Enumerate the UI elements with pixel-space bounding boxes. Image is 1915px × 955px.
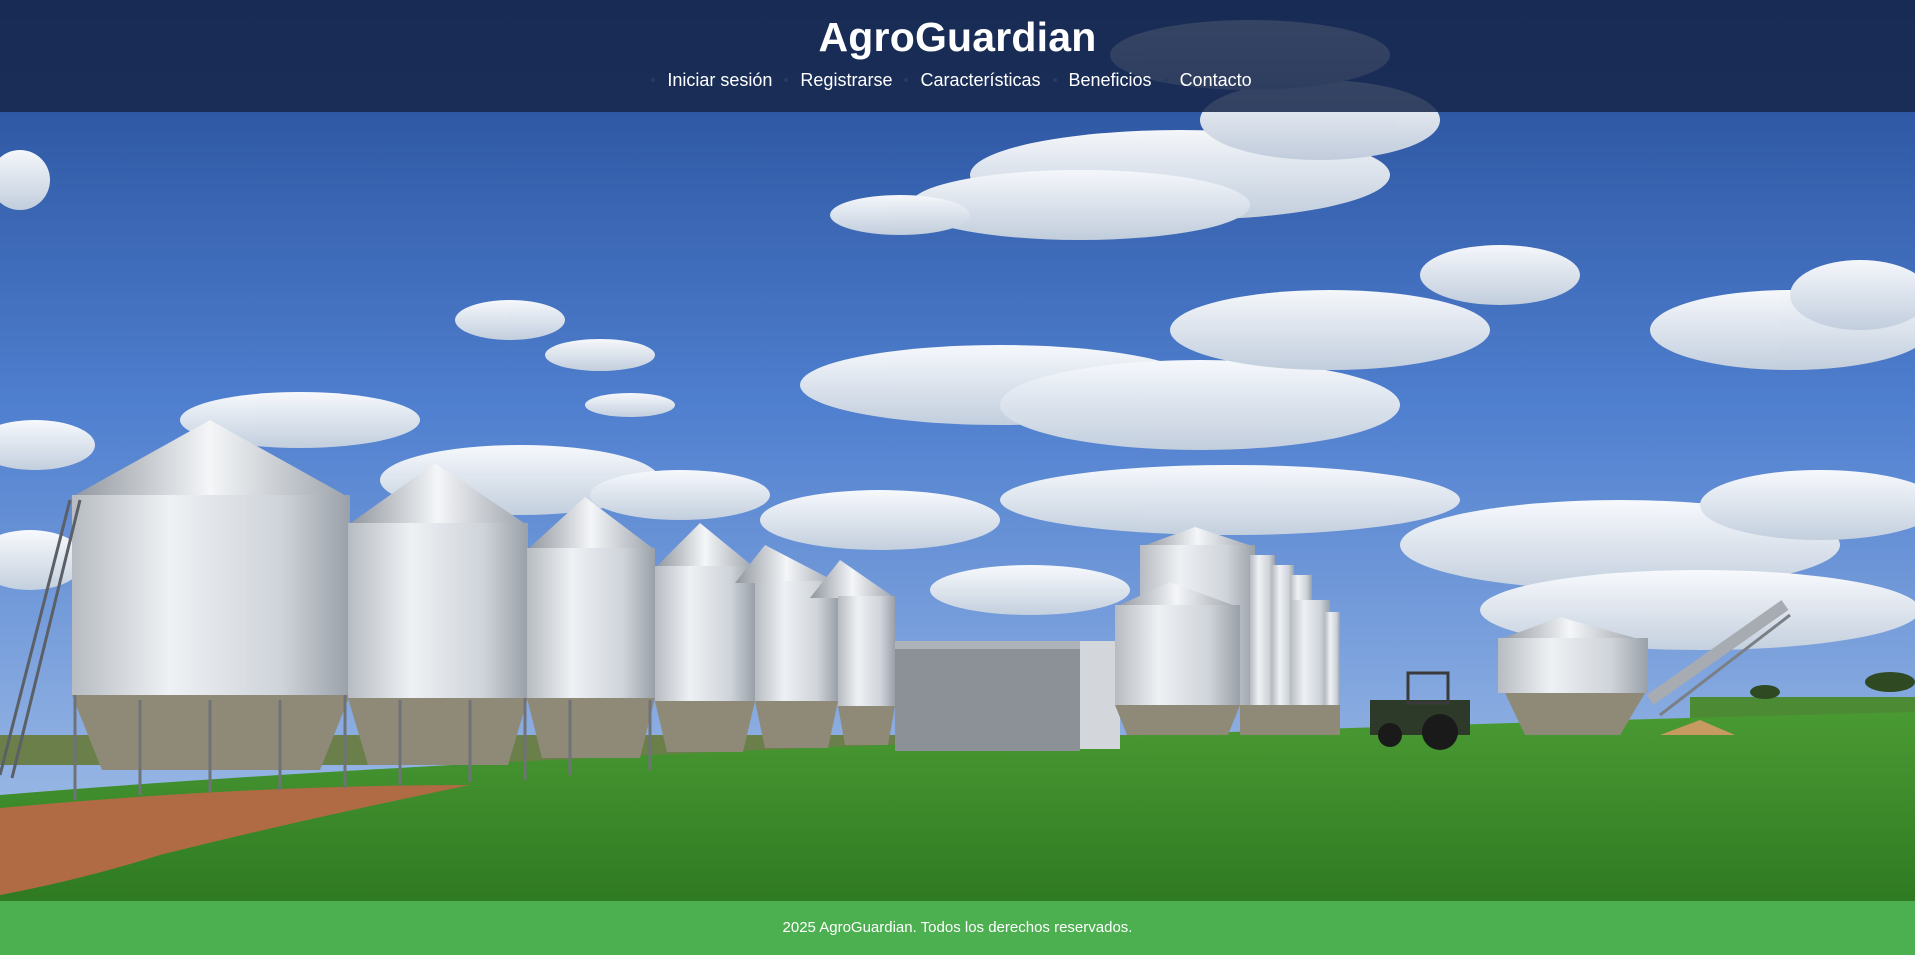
nav-item-iniciar-sesion[interactable]: Iniciar sesión <box>651 67 784 93</box>
nav-item-beneficios[interactable]: Beneficios <box>1052 67 1164 93</box>
site-header: AgroGuardian Iniciar sesión Registrarse … <box>0 0 1915 112</box>
hero-background <box>0 0 1915 901</box>
nav-item-label: Características <box>920 70 1041 90</box>
main-nav: Iniciar sesión Registrarse Característic… <box>0 67 1915 93</box>
nav-bullet-icon <box>784 78 789 82</box>
nav-item-label: Contacto <box>1179 70 1252 90</box>
nav-item-label: Registrarse <box>800 70 893 90</box>
nav-item-label: Beneficios <box>1068 70 1152 90</box>
nav-item-registrarse[interactable]: Registrarse <box>784 67 904 93</box>
footer-copyright: 2025 AgroGuardian. Todos los derechos re… <box>782 919 1133 936</box>
nav-bullet-icon <box>904 78 909 82</box>
nav-bullet-icon <box>651 78 656 82</box>
page: AgroGuardian Iniciar sesión Registrarse … <box>0 0 1915 955</box>
nav-bullet-icon <box>1163 78 1168 82</box>
nav-item-label: Iniciar sesión <box>667 70 773 90</box>
nav-item-contacto[interactable]: Contacto <box>1163 67 1264 93</box>
nav-bullet-icon <box>1052 78 1057 82</box>
nav-item-caracteristicas[interactable]: Características <box>904 67 1052 93</box>
hero-photo <box>0 0 1915 901</box>
site-footer: 2025 AgroGuardian. Todos los derechos re… <box>0 901 1915 955</box>
site-title: AgroGuardian <box>818 14 1097 60</box>
